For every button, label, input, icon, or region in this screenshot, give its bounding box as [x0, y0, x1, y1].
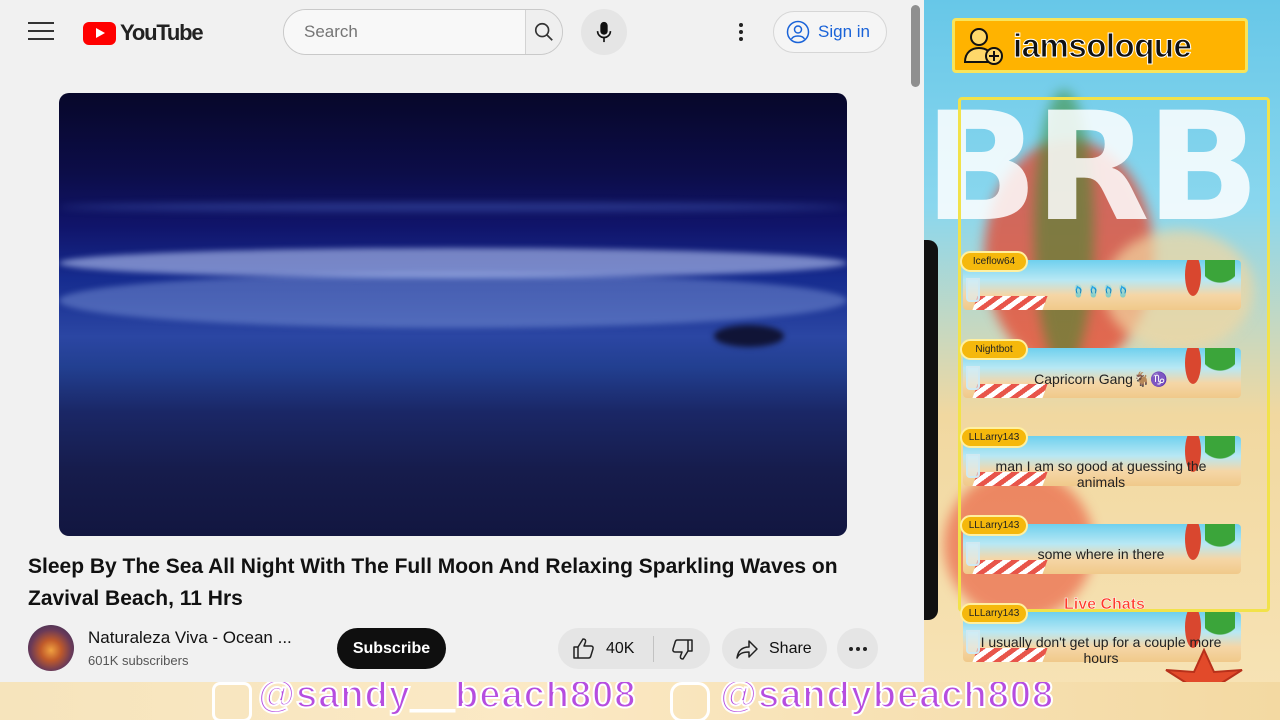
x-logo-icon — [212, 682, 252, 720]
youtube-window: YouTube Sign in Sleep By The Sea All Nig… — [0, 0, 924, 692]
channel-avatar[interactable] — [28, 625, 74, 671]
video-player[interactable] — [59, 93, 847, 536]
thumbs-up-icon — [573, 637, 594, 659]
share-label: Share — [769, 639, 812, 657]
chat-text: some where in there — [1037, 546, 1165, 562]
video-frame-detail — [714, 325, 784, 347]
umbrella-decoration — [972, 560, 1048, 574]
voice-search-button[interactable] — [581, 9, 627, 55]
channel-name[interactable]: Naturaleza Viva - Ocean ... — [88, 628, 292, 648]
social-handle: @sandy__beach808 — [257, 682, 637, 717]
masthead: YouTube Sign in — [0, 0, 924, 64]
video-title: Sleep By The Sea All Night With The Full… — [28, 555, 838, 610]
thumbs-down-icon — [672, 638, 693, 660]
streamer-name-bar: iamsoloque — [952, 18, 1248, 73]
chat-text: 🩴🩴🩴🩴 — [1071, 284, 1131, 298]
user-add-icon — [961, 24, 1005, 68]
microphone-icon — [596, 21, 612, 43]
subscribe-button[interactable]: Subscribe — [337, 628, 446, 669]
account-icon — [786, 20, 810, 44]
search-box — [283, 9, 563, 55]
sign-in-label: Sign in — [818, 22, 870, 41]
youtube-logo[interactable]: YouTube — [83, 20, 204, 46]
search-input[interactable] — [284, 10, 525, 54]
sign-in-button[interactable]: Sign in — [773, 11, 887, 53]
instagram-icon — [670, 682, 710, 720]
menu-icon[interactable] — [28, 22, 54, 42]
chat-username[interactable]: LLLarry143 — [960, 603, 1028, 624]
scrollbar-track[interactable] — [908, 0, 924, 692]
video-frame-detail — [59, 273, 847, 328]
social-banner: @sandy__beach808 @sandybeach808 — [0, 682, 1280, 720]
settings-more-icon[interactable] — [728, 18, 754, 46]
logo-text: YouTube — [120, 20, 204, 45]
dislike-button[interactable] — [654, 628, 710, 669]
streamer-name: iamsoloque — [1012, 26, 1192, 64]
chat-text: Capricorn Gang🐐♑ — [1034, 371, 1168, 387]
search-icon — [534, 22, 553, 41]
chat-username[interactable]: LLLarry143 — [960, 515, 1028, 536]
like-button[interactable]: 40K — [558, 628, 653, 669]
like-count: 40K — [606, 639, 635, 657]
scrollbar-thumb[interactable] — [911, 5, 920, 87]
subscriber-count: 601K subscribers — [88, 653, 189, 668]
social-handle: @sandybeach808 — [719, 682, 1055, 717]
more-actions-button[interactable] — [837, 628, 878, 669]
like-dislike-group: 40K — [558, 628, 710, 669]
youtube-play-icon — [83, 21, 116, 45]
video-frame-detail — [59, 248, 847, 278]
chat-text: man I am so good at guessing the animals — [995, 458, 1207, 490]
video-frame-detail — [59, 203, 847, 211]
search-button[interactable] — [525, 10, 562, 54]
chat-username[interactable]: Iceflow64 — [960, 251, 1028, 272]
share-icon — [736, 639, 758, 659]
chat-username[interactable]: LLLarry143 — [960, 427, 1028, 448]
frame-edge — [924, 240, 938, 620]
stream-overlay: iamsoloque BRB Iceflow64 🩴🩴🩴🩴 Nightbot C… — [924, 0, 1280, 692]
share-button[interactable]: Share — [722, 628, 827, 669]
chat-username[interactable]: Nightbot — [960, 339, 1028, 360]
